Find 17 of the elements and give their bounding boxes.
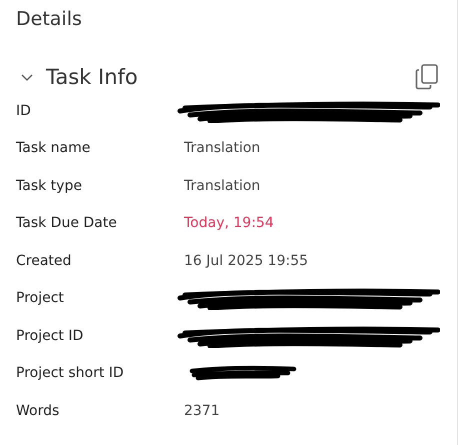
field-label: Created	[16, 252, 72, 269]
field-label: Project ID	[16, 328, 84, 344]
copy-icon[interactable]	[415, 64, 439, 90]
field-value: 2371	[184, 402, 220, 419]
panel-title: Details	[16, 8, 83, 32]
section-title: Task Info	[46, 65, 138, 89]
field-label: Task Due Date	[16, 215, 118, 232]
field-label: Project short ID	[16, 365, 125, 382]
field-label: Words	[16, 402, 60, 419]
field-label: Task name	[16, 140, 92, 156]
field-label: ID	[16, 102, 32, 119]
field-value: Translation	[184, 140, 260, 156]
field-value: 16 Jul 2025 19:55	[184, 252, 308, 269]
field-label: Task type	[16, 178, 83, 194]
field-value: Translation	[184, 178, 260, 194]
field-label: Project	[16, 290, 65, 306]
due-date-value: Today, 19:54	[184, 215, 274, 232]
